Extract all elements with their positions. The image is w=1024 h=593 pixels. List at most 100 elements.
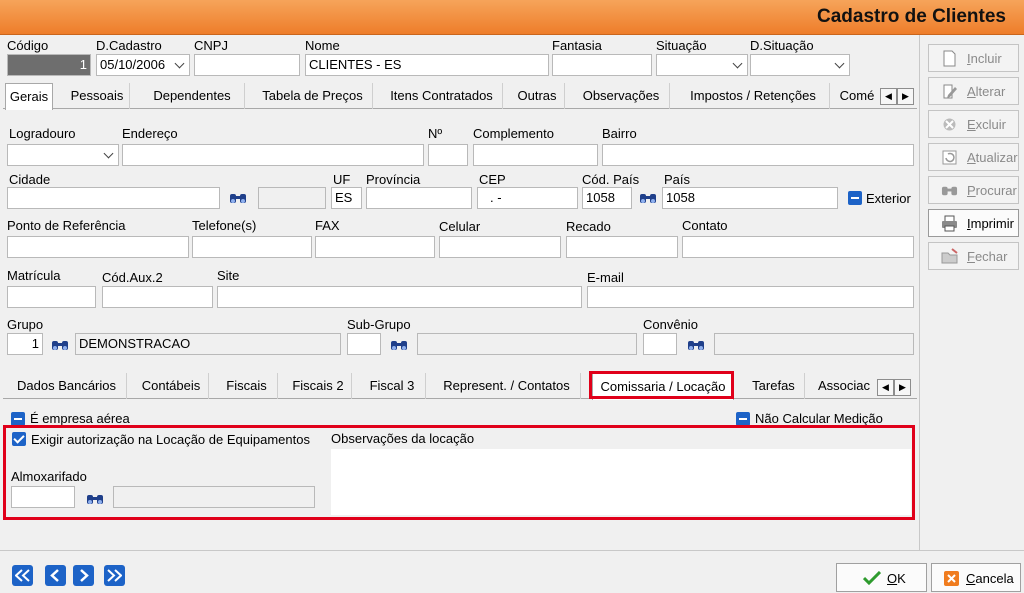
exigir-autorizacao-checkbox[interactable] <box>12 432 26 446</box>
dsituacao-field[interactable] <box>750 54 850 76</box>
tab-comercial[interactable]: Comé <box>837 83 877 109</box>
right-arrow-icon <box>80 569 89 582</box>
fax-label: FAX <box>315 218 340 233</box>
cidade-search-binoculars-icon[interactable] <box>229 191 247 205</box>
exterior-checkbox[interactable] <box>848 191 862 205</box>
double-right-arrow-icon <box>107 569 122 582</box>
nao-calcular-checkbox[interactable] <box>736 412 750 426</box>
dcadastro-field[interactable]: 05/10/2006 <box>96 54 190 76</box>
tab-scroll-arrows: ◀ ▶ <box>880 87 916 105</box>
subgrupo-code-field[interactable] <box>347 333 381 355</box>
cnpj-field[interactable] <box>194 54 300 76</box>
close-folder-icon <box>941 248 958 264</box>
tab-dependentes[interactable]: Dependentes <box>140 83 245 109</box>
tab-fiscal-3[interactable]: Fiscal 3 <box>359 373 426 399</box>
alterar-button[interactable]: Alterar <box>928 77 1019 105</box>
tab-observacoes[interactable]: Observações <box>573 83 670 109</box>
tab2-scroll-left-icon[interactable]: ◀ <box>877 379 894 396</box>
previous-record-button[interactable] <box>45 565 66 586</box>
pais-field[interactable]: 1058 <box>662 187 838 209</box>
subgrupo-desc-field <box>417 333 637 355</box>
empresa-aerea-checkbox[interactable] <box>11 412 25 426</box>
next-record-button[interactable] <box>73 565 94 586</box>
atualizar-button[interactable]: Atualizar <box>928 143 1019 171</box>
tab-outras[interactable]: Outras <box>510 83 565 109</box>
tab-contabeis[interactable]: Contábeis <box>134 373 209 399</box>
tab-associacao[interactable]: Associac <box>813 373 875 399</box>
pais-search-binoculars-icon[interactable] <box>639 191 657 205</box>
tab-dados-bancarios[interactable]: Dados Bancários <box>7 373 127 399</box>
procurar-button[interactable]: Procurar <box>928 176 1019 204</box>
grupo-desc-field: DEMONSTRACAO <box>75 333 341 355</box>
ok-button[interactable]: OK <box>836 563 927 592</box>
excluir-button[interactable]: Excluir <box>928 110 1019 138</box>
grupo-search-binoculars-icon[interactable] <box>51 338 69 352</box>
tab-scroll-left-icon[interactable]: ◀ <box>880 88 897 105</box>
cod-pais-field[interactable]: 1058 <box>582 187 632 209</box>
last-record-button[interactable] <box>104 565 125 586</box>
dcadastro-label: D.Cadastro <box>96 38 162 53</box>
tab-itens-contratados[interactable]: Itens Contratados <box>381 83 503 109</box>
numero-field[interactable] <box>428 144 468 166</box>
nao-calcular-label: Não Calcular Medição <box>755 411 883 426</box>
telefone-field[interactable] <box>192 236 312 258</box>
grupo-code-field[interactable]: 1 <box>7 333 43 355</box>
subgrupo-label: Sub-Grupo <box>347 317 411 332</box>
telefone-label: Telefone(s) <box>192 218 257 233</box>
first-record-button[interactable] <box>12 565 33 586</box>
tab-pessoais[interactable]: Pessoais <box>65 83 130 109</box>
cidade-field[interactable] <box>7 187 220 209</box>
bairro-field[interactable] <box>602 144 914 166</box>
convenio-code-field[interactable] <box>643 333 677 355</box>
codigo-field[interactable]: 1 <box>7 54 91 76</box>
logradouro-select[interactable] <box>7 144 119 166</box>
tab-impostos-retencoes[interactable]: Impostos / Retenções <box>677 83 830 109</box>
edit-icon <box>943 84 957 99</box>
contato-label: Contato <box>682 218 728 233</box>
almoxarifado-code-field[interactable] <box>11 486 75 508</box>
imprimir-button[interactable]: Imprimir <box>928 209 1019 237</box>
endereco-field[interactable] <box>122 144 424 166</box>
codaux2-field[interactable] <box>102 286 213 308</box>
provincia-field[interactable] <box>366 187 472 209</box>
logradouro-label: Logradouro <box>9 126 76 141</box>
fax-field[interactable] <box>315 236 435 258</box>
complemento-field[interactable] <box>473 144 598 166</box>
left-arrow-icon <box>50 569 59 582</box>
fechar-button[interactable]: Fechar <box>928 242 1019 270</box>
ponto-referencia-field[interactable] <box>7 236 189 258</box>
title-bar: Cadastro de Clientes <box>0 0 1024 35</box>
exterior-label: Exterior <box>866 191 911 206</box>
tab-tarefas[interactable]: Tarefas <box>743 373 805 399</box>
uf-field[interactable]: ES <box>331 187 362 209</box>
contato-field[interactable] <box>682 236 914 258</box>
incluir-button[interactable]: Incluir <box>928 44 1019 72</box>
highlight-tab-box <box>589 371 734 399</box>
subgrupo-search-binoculars-icon[interactable] <box>390 338 408 352</box>
nome-field[interactable]: CLIENTES - ES <box>305 54 549 76</box>
fantasia-label: Fantasia <box>552 38 602 53</box>
email-field[interactable] <box>587 286 914 308</box>
tab-represent-contatos[interactable]: Represent. / Contatos <box>433 373 581 399</box>
situacao-select[interactable] <box>656 54 748 76</box>
cancela-button[interactable]: Cancela <box>931 563 1021 592</box>
window-title: Cadastro de Clientes <box>817 6 1006 27</box>
recado-field[interactable] <box>566 236 678 258</box>
tab-fiscais[interactable]: Fiscais <box>216 373 278 399</box>
binoculars-icon <box>941 186 958 196</box>
tab-gerais[interactable]: Gerais <box>5 83 53 110</box>
bairro-label: Bairro <box>602 126 637 141</box>
tab-fiscais-2[interactable]: Fiscais 2 <box>285 373 352 399</box>
fantasia-field[interactable] <box>552 54 652 76</box>
tab2-scroll-right-icon[interactable]: ▶ <box>894 379 911 396</box>
observacoes-locacao-textarea[interactable] <box>331 449 911 515</box>
tab-scroll-right-icon[interactable]: ▶ <box>897 88 914 105</box>
cep-field[interactable]: . - <box>477 187 578 209</box>
site-field[interactable] <box>217 286 582 308</box>
celular-field[interactable] <box>439 236 561 258</box>
tab-tabela-precos[interactable]: Tabela de Preços <box>253 83 373 109</box>
matricula-field[interactable] <box>7 286 96 308</box>
convenio-search-binoculars-icon[interactable] <box>687 338 705 352</box>
almoxarifado-search-binoculars-icon[interactable] <box>86 492 104 506</box>
secondary-tabs: Dados Bancários Contábeis Fiscais Fiscai… <box>3 373 917 400</box>
